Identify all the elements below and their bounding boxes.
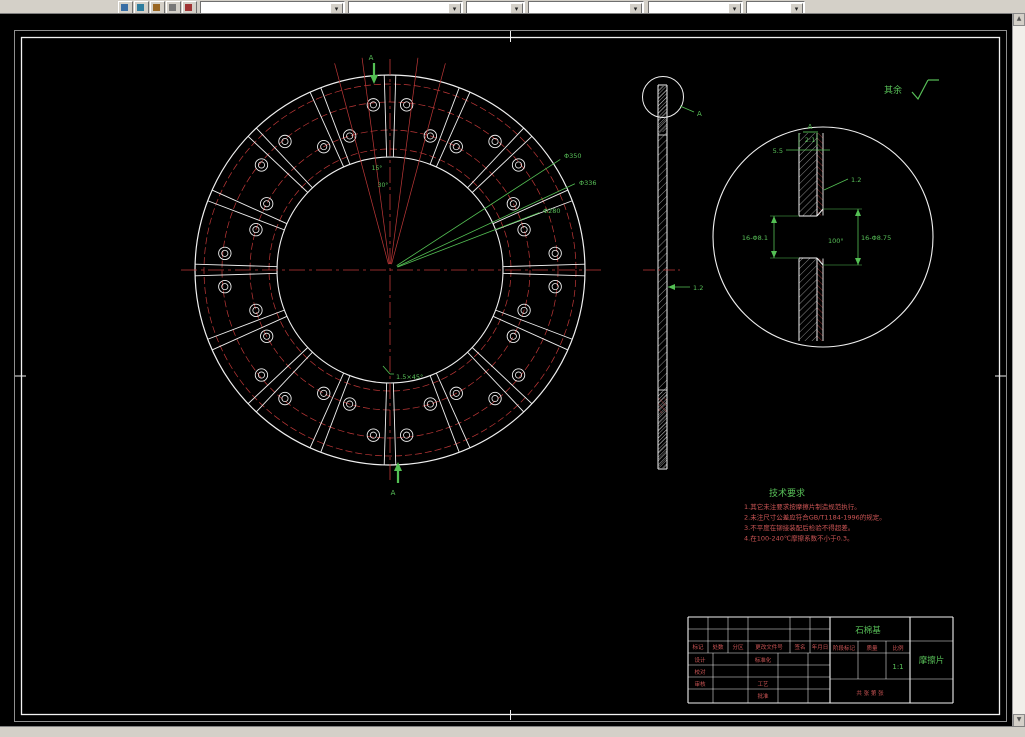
vertical-scrollbar[interactable]: ▲ ▼ <box>1012 13 1025 727</box>
tb-label-sign: 签名 <box>794 643 805 651</box>
scroll-up-icon[interactable]: ▲ <box>1013 13 1025 26</box>
diameter-label: Φ280 <box>543 207 561 215</box>
section-letter-top: A <box>369 54 374 62</box>
toolbar-combobox-2[interactable]: ▾ <box>348 1 463 13</box>
countersink-dim: 16-Φ8.75 <box>861 234 891 242</box>
surface-finish-note: 其余 <box>884 79 939 101</box>
tb-label-audit: 审核 <box>694 680 706 688</box>
tb-label-design: 设计 <box>694 656 706 664</box>
surface-note-label: 其余 <box>884 84 902 96</box>
chamfer-label: 1.5×45° <box>396 373 423 381</box>
detail-title-letter: A <box>808 123 813 131</box>
tb-label-scale: 比例 <box>892 644 904 652</box>
front-view <box>181 57 601 484</box>
detail-scale: 2:1 <box>805 136 815 144</box>
tb-sheet-note: 共 张 第 张 <box>856 689 884 697</box>
diameter-label: Φ350 <box>564 152 582 160</box>
toolbar-combobox-5[interactable]: ▾ <box>648 1 743 13</box>
tb-label-process: 工艺 <box>757 681 769 688</box>
diameter-label: Φ336 <box>579 179 597 187</box>
toolbar: ▾ ▾ ▾ ▾ ▾ ▾ <box>0 0 1025 14</box>
plate-thickness-dim: 5.5 <box>773 147 783 155</box>
tb-scale-value: 1:1 <box>892 663 903 671</box>
tb-label-stage: 阶段标记 <box>833 644 856 652</box>
toolbar-icon <box>121 4 128 11</box>
tb-label-mark: 标记 <box>692 643 704 651</box>
chevron-down-icon[interactable]: ▾ <box>330 3 343 13</box>
tb-label-standard: 标准化 <box>755 656 772 664</box>
tb-label-zone: 分区 <box>732 643 744 651</box>
angle-label: 30° <box>378 182 389 189</box>
countersink-angle-dim: 100° <box>828 237 844 245</box>
chevron-down-icon[interactable]: ▾ <box>510 3 523 13</box>
angle-label: 15° <box>372 165 383 172</box>
tb-label-count: 处数 <box>712 643 724 651</box>
toolbar-combobox-6[interactable]: ▾ <box>746 1 805 13</box>
tb-label-approve: 批准 <box>757 692 769 700</box>
tb-label-date: 年月日 <box>812 643 829 651</box>
section-letter-bottom: A <box>391 489 396 497</box>
title-block <box>687 616 954 704</box>
cad-window: ▾ ▾ ▾ ▾ ▾ ▾ 其余 Φ350 Φ336 Φ280 15° 30° 1.… <box>0 0 1025 737</box>
toolbar-button-2[interactable] <box>134 1 149 13</box>
toolbar-combobox-1[interactable]: ▾ <box>200 1 345 13</box>
toolbar-combobox-4[interactable]: ▾ <box>528 1 644 13</box>
toolbar-button-3[interactable] <box>150 1 165 13</box>
toolbar-icon <box>137 4 144 11</box>
detail-callout-letter: A <box>697 110 702 118</box>
tech-req-line: 1.其它未注要求按摩擦片制造规范执行。 <box>744 502 861 511</box>
toolbar-icon <box>185 4 192 11</box>
tech-req-line: 2.未注尺寸公差应符合GB/T1184-1996的规定。 <box>744 513 886 522</box>
cad-drawing[interactable]: 其余 Φ350 Φ336 Φ280 15° 30° 1.5×45° A A A … <box>0 0 1025 737</box>
tb-label-change-doc: 更改文件号 <box>755 643 783 651</box>
toolbar-icon <box>169 4 176 11</box>
toolbar-button-4[interactable] <box>166 1 181 13</box>
side-section-view <box>642 76 695 470</box>
toolbar-combobox-3[interactable]: ▾ <box>466 1 525 13</box>
chevron-down-icon[interactable]: ▾ <box>629 3 642 13</box>
tb-label-mass: 质量 <box>866 644 878 652</box>
toolbar-button-5[interactable] <box>182 1 197 13</box>
chevron-down-icon[interactable]: ▾ <box>790 3 803 13</box>
toolbar-button-1[interactable] <box>118 1 133 13</box>
drawing-frame <box>14 30 1007 722</box>
tb-material: 石棉基 <box>855 625 881 636</box>
roughness-check-icon <box>911 79 939 101</box>
tech-req-line: 4.在100-240℃摩擦系数不小于0.3。 <box>744 534 854 543</box>
chevron-down-icon[interactable]: ▾ <box>448 3 461 13</box>
tech-req-line: 3.不平度在铆接装配后检验不得超差。 <box>744 523 854 532</box>
tech-req-title: 技术要求 <box>769 487 805 499</box>
chevron-down-icon[interactable]: ▾ <box>728 3 741 13</box>
status-strip <box>0 726 1025 737</box>
facing-thickness-dim: 1.2 <box>851 176 861 184</box>
hole-dim: 16-Φ8.1 <box>742 234 768 242</box>
tb-part-name: 摩擦片 <box>919 655 945 666</box>
toolbar-icon <box>153 4 160 11</box>
thickness-label: 1.2 <box>693 284 703 292</box>
tb-label-check: 校对 <box>694 668 706 676</box>
